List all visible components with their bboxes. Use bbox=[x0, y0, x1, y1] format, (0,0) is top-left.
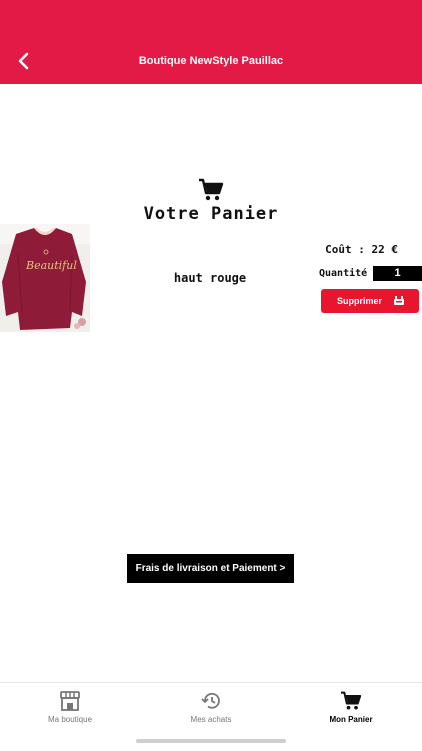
history-icon bbox=[201, 692, 220, 709]
tab-mon-panier[interactable]: Mon Panier bbox=[301, 691, 401, 724]
quantity-field[interactable]: 1 bbox=[373, 266, 422, 281]
cart-icon bbox=[341, 691, 362, 710]
tab-label: Mes achats bbox=[190, 715, 232, 724]
tab-ma-boutique[interactable]: Ma boutique bbox=[20, 691, 120, 724]
svg-text:Beautiful: Beautiful bbox=[25, 259, 77, 272]
tab-label: Mon Panier bbox=[329, 715, 373, 724]
store-icon bbox=[60, 691, 80, 711]
product-image[interactable]: Beautiful bbox=[0, 224, 90, 332]
product-cost: Coût : 22 € bbox=[325, 243, 398, 256]
page-title: Boutique NewStyle Pauillac bbox=[138, 55, 284, 67]
cart-title: Votre Panier bbox=[143, 204, 279, 224]
trash-icon bbox=[394, 296, 404, 305]
product-photo: Beautiful bbox=[0, 224, 90, 332]
tab-label: Ma boutique bbox=[47, 715, 93, 724]
tab-mes-achats[interactable]: Mes achats bbox=[161, 691, 261, 724]
cart-icon bbox=[199, 178, 224, 201]
app-header: Boutique NewStyle Pauillac bbox=[0, 0, 422, 84]
cart-heading bbox=[0, 178, 422, 207]
quantity-label: Quantité : bbox=[319, 268, 380, 279]
product-name: haut rouge bbox=[173, 271, 247, 285]
home-indicator bbox=[136, 739, 286, 743]
checkout-button[interactable]: Frais de livraison et Paiement > bbox=[127, 554, 294, 583]
delete-label: Supprimer bbox=[337, 296, 383, 306]
delete-button[interactable]: Supprimer bbox=[321, 289, 419, 313]
